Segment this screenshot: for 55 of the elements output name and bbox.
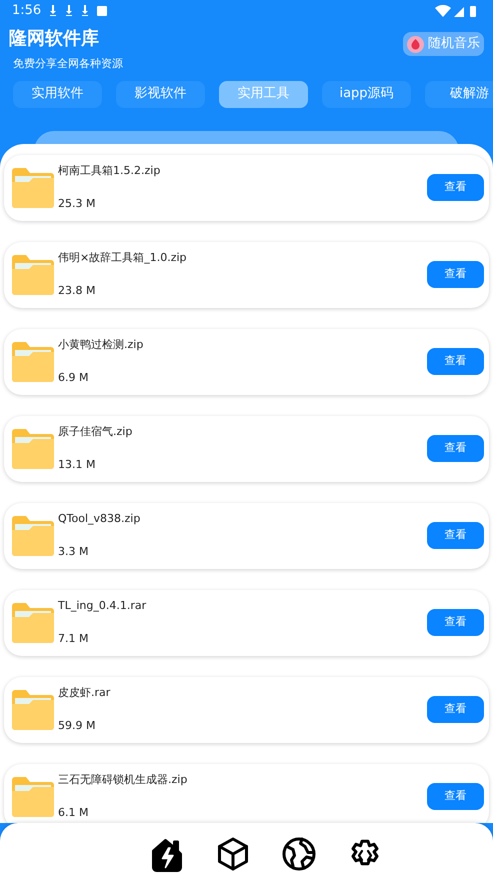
file-size: 6.9 M (58, 370, 90, 386)
file-card[interactable]: QTool_v838.zip 3.3 M 查看 (4, 502, 489, 568)
folder-icon (12, 602, 54, 642)
file-size: 13.1 M (58, 457, 96, 473)
globe-icon[interactable] (280, 836, 316, 872)
file-name: QTool_v838.zip (58, 510, 142, 527)
file-card[interactable]: 伟明×故辞工具箱_1.0.zip 23.8 M 查看 (4, 242, 489, 308)
file-size: 3.3 M (58, 544, 90, 560)
file-name: 原子佳宿气.zip (58, 424, 134, 440)
view-button[interactable]: 查看 (427, 522, 484, 549)
file-size: 25.3 M (58, 196, 96, 212)
file-card[interactable]: TL_ing_0.4.1.rar 7.1 M 查看 (4, 590, 489, 656)
download-icon (81, 5, 90, 17)
file-card[interactable]: 小黄鸭过检测.zip 6.9 M 查看 (4, 328, 489, 394)
file-name: 小黄鸭过检测.zip (58, 336, 144, 352)
download-icon (49, 5, 58, 17)
download-icon (65, 5, 74, 17)
file-name: 伟明×故辞工具箱_1.0.zip (58, 250, 188, 266)
category-tab[interactable]: 影视软件 (116, 80, 205, 108)
app-subtitle: 免费分享全网各种资源 (12, 56, 123, 72)
random-music-button[interactable]: 随机音乐 (403, 32, 484, 56)
folder-icon (12, 254, 54, 294)
file-size: 23.8 M (58, 283, 96, 299)
status-time: 1:56 (12, 2, 42, 20)
category-tab[interactable]: 破解游 (425, 80, 493, 108)
file-card[interactable]: 三石无障碍锁机生成器.zip 6.1 M 查看 (4, 764, 489, 822)
view-button[interactable]: 查看 (427, 174, 484, 201)
file-name: 三石无障碍锁机生成器.zip (58, 772, 188, 788)
file-size: 59.9 M (58, 718, 96, 734)
folder-icon (12, 776, 54, 816)
view-button[interactable]: 查看 (427, 696, 484, 723)
view-button[interactable]: 查看 (427, 348, 484, 375)
folder-icon (12, 342, 54, 382)
file-card[interactable]: 皮皮虾.rar 59.9 M 查看 (4, 676, 489, 742)
file-name: TL_ing_0.4.1.rar (58, 598, 148, 614)
view-button[interactable]: 查看 (427, 435, 484, 462)
file-name: 柯南工具箱1.5.2.zip (58, 162, 162, 178)
category-tab[interactable]: 实用软件 (13, 80, 102, 108)
folder-icon (12, 516, 54, 556)
file-card[interactable]: 原子佳宿气.zip 13.1 M 查看 (4, 416, 489, 482)
view-button[interactable]: 查看 (427, 609, 484, 636)
notification-icon (97, 6, 108, 16)
folder-icon (12, 428, 54, 468)
view-button[interactable]: 查看 (427, 783, 484, 810)
file-size: 7.1 M (58, 631, 90, 647)
category-tab[interactable]: iapp源码 (322, 80, 411, 108)
view-button[interactable]: 查看 (427, 261, 484, 288)
file-card[interactable]: 柯南工具箱1.5.2.zip 25.3 M 查看 (4, 154, 489, 220)
file-name: 皮皮虾.rar (58, 684, 112, 700)
music-logo-icon (407, 36, 424, 52)
category-tab[interactable]: 实用工具 (219, 80, 308, 108)
folder-icon (12, 690, 54, 730)
app-title: 隆网软件库 (9, 28, 100, 50)
folder-icon (12, 168, 54, 208)
file-size: 6.1 M (58, 805, 90, 821)
